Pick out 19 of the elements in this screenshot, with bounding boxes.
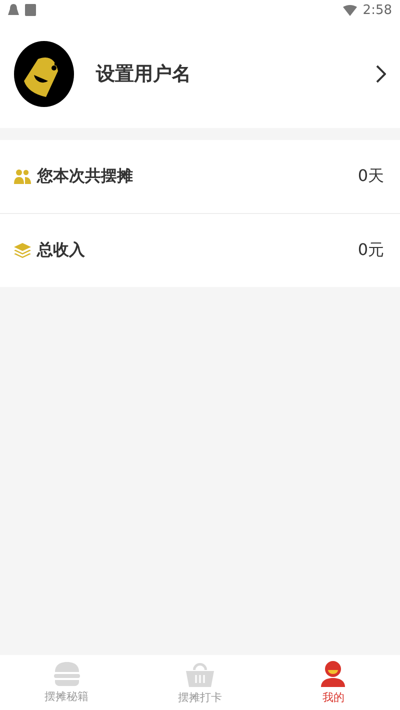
stat-value: 0天: [358, 166, 384, 187]
chevron-right-icon[interactable]: [376, 65, 386, 83]
notification-icon: [8, 4, 19, 16]
status-time: 2:58: [362, 2, 392, 18]
wifi-icon: [342, 4, 357, 16]
tab[interactable]: 摆摊打卡: [133, 655, 267, 710]
person-icon: [321, 660, 346, 686]
people-icon: [14, 169, 31, 184]
stat-value: 0元: [358, 240, 384, 261]
notification-icon: [25, 4, 36, 16]
username-label[interactable]: 设置用户名: [96, 61, 376, 87]
avatar-icon: [14, 41, 74, 107]
basket-icon: [186, 660, 214, 686]
stat-label: 您本次共摆摊: [37, 166, 134, 187]
tab[interactable]: 我的: [266, 655, 400, 710]
tab[interactable]: 摆摊秘籍: [0, 655, 134, 710]
burger-icon: [52, 662, 81, 686]
stat-label: 总收入: [37, 240, 86, 261]
layers-icon: [14, 242, 31, 258]
